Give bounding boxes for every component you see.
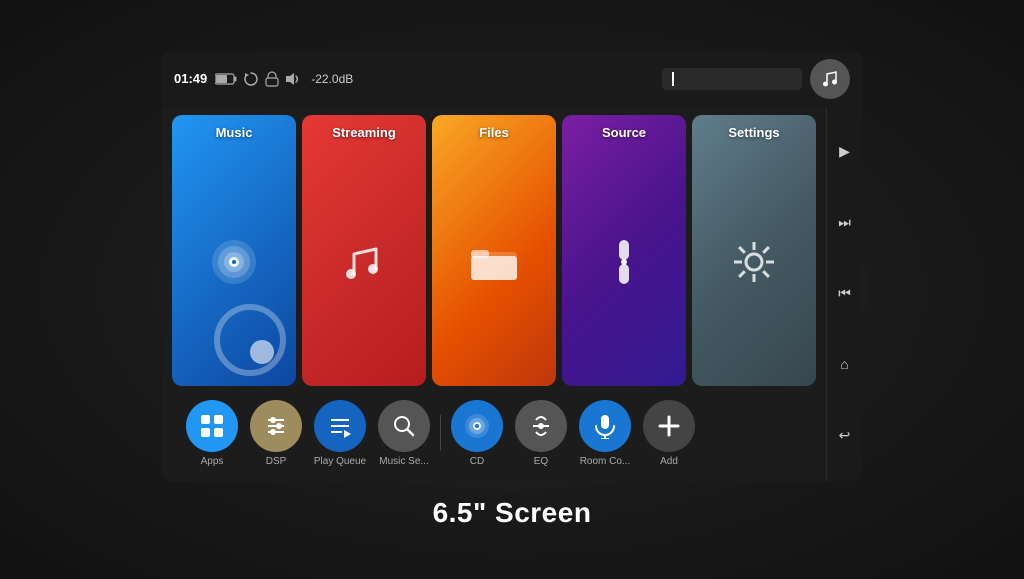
tile-source-label: Source [602, 125, 646, 140]
shortcut-dsp-btn[interactable] [250, 400, 302, 452]
source-connector-icon [604, 238, 644, 286]
shortcut-apps-btn[interactable] [186, 400, 238, 452]
prev-button[interactable]: ⏮ [831, 279, 859, 307]
shortcut-apps-label: Apps [201, 456, 224, 467]
device-frame: 01:49 -22.0dB [162, 51, 862, 481]
apps-grid-icon [199, 413, 225, 439]
shortcut-add-btn[interactable] [643, 400, 695, 452]
screen-size-label: 6.5" Screen [433, 497, 592, 529]
tile-files[interactable]: Files [432, 115, 556, 386]
tile-source[interactable]: Source [562, 115, 686, 386]
shortcut-eq-label: EQ [534, 456, 548, 467]
shortcut-roomco-label: Room Co... [580, 456, 631, 467]
tile-streaming-icon-area [340, 144, 388, 380]
lock-icon [265, 71, 279, 87]
play-queue-icon [327, 413, 353, 439]
tile-music[interactable]: Music [172, 115, 296, 386]
status-bar: 01:49 -22.0dB [162, 51, 862, 107]
tile-streaming-label: Streaming [332, 125, 396, 140]
shortcut-add[interactable]: Add [639, 400, 699, 467]
tile-files-label: Files [479, 125, 509, 140]
shortcut-dsp-label: DSP [266, 456, 287, 467]
tile-source-icon-area [604, 144, 644, 380]
shortcuts-row: Apps DSP [172, 394, 816, 473]
shortcut-eq-btn[interactable] [515, 400, 567, 452]
tile-music-label: Music [216, 125, 253, 140]
microphone-icon [592, 413, 618, 439]
tile-settings-label: Settings [728, 125, 779, 140]
shortcut-playqueue[interactable]: Play Queue [310, 400, 370, 467]
main-area: Music Streaming [162, 107, 862, 481]
tile-settings[interactable]: Settings [692, 115, 816, 386]
equalizer-icon [528, 413, 554, 439]
cd-disc-icon [463, 412, 491, 440]
play-button[interactable]: ▶ [831, 138, 859, 166]
tile-settings-icon-area [729, 144, 779, 380]
vertical-controls: ▶ ⏭ ⏮ ⌂ ↩ [826, 107, 862, 481]
shortcut-playqueue-label: Play Queue [314, 456, 366, 467]
battery-icon [215, 73, 237, 85]
shortcut-cd-btn[interactable] [451, 400, 503, 452]
shortcut-dsp[interactable]: DSP [246, 400, 306, 467]
tile-streaming[interactable]: Streaming [302, 115, 426, 386]
vinyl-icon [209, 237, 259, 287]
shortcut-add-label: Add [660, 456, 678, 467]
volume-value: -22.0dB [311, 72, 353, 86]
home-button[interactable]: ⌂ [831, 350, 859, 378]
back-button[interactable]: ↩ [831, 421, 859, 449]
tile-files-icon-area [469, 144, 519, 380]
tile-music-icon-area [209, 144, 259, 380]
search-bar[interactable] [662, 68, 802, 90]
shortcut-roomco[interactable]: Room Co... [575, 400, 635, 467]
shortcut-cd[interactable]: CD [447, 400, 507, 467]
shortcut-cd-label: CD [470, 456, 484, 467]
shortcut-playqueue-btn[interactable] [314, 400, 366, 452]
status-time: 01:49 [174, 71, 207, 86]
tiles-row: Music Streaming [172, 115, 816, 386]
music-button[interactable] [810, 59, 850, 99]
music-note-icon [821, 70, 839, 88]
volume-icon [285, 71, 301, 87]
status-icons: -22.0dB [215, 71, 353, 87]
shortcut-eq[interactable]: EQ [511, 400, 571, 467]
gear-icon [729, 237, 779, 287]
shortcut-musicse-btn[interactable] [378, 400, 430, 452]
music-note-streaming-icon [340, 238, 388, 286]
add-plus-icon [656, 413, 682, 439]
next-button[interactable]: ⏭ [831, 209, 859, 237]
dsp-sliders-icon [263, 413, 289, 439]
shortcut-divider [440, 415, 441, 451]
shortcut-musicse[interactable]: Music Se... [374, 400, 434, 467]
tiles-shortcuts-area: Music Streaming [162, 107, 826, 481]
search-icon [391, 413, 417, 439]
shortcut-musicse-label: Music Se... [379, 456, 428, 467]
sync-icon [243, 71, 259, 87]
shortcut-apps[interactable]: Apps [182, 400, 242, 467]
folder-icon [469, 242, 519, 282]
shortcut-roomco-btn[interactable] [579, 400, 631, 452]
